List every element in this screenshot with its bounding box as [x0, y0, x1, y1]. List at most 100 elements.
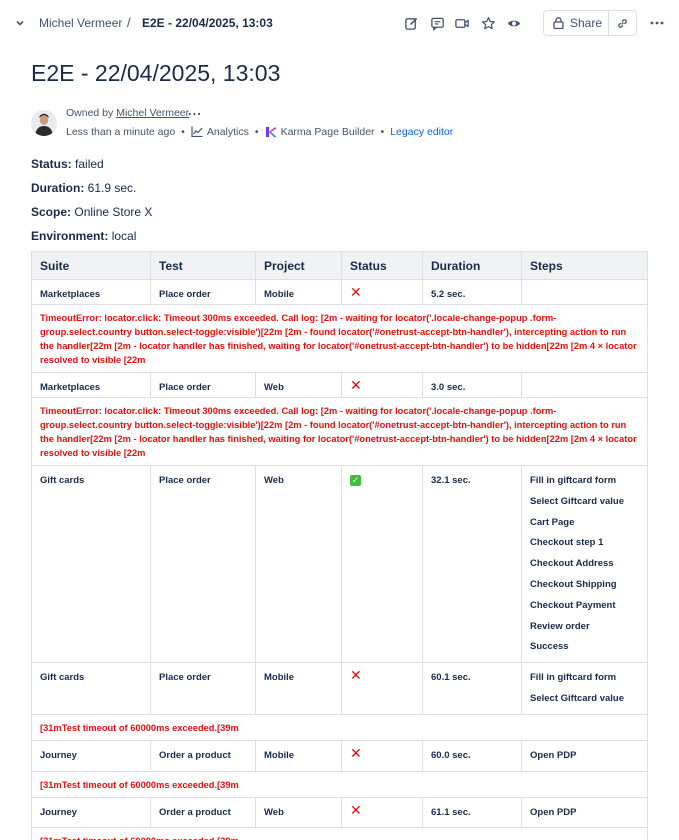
karma-logo-icon	[265, 125, 278, 138]
meta-dot: •	[380, 125, 385, 138]
cell-test: Order a product	[150, 739, 256, 772]
byline-more-button[interactable]: ...	[188, 103, 202, 118]
column-header-suite: Suite	[31, 251, 151, 280]
table-row: Marketplaces Place order Web ✕ 3.0 sec.	[31, 372, 648, 398]
cell-status: ✕	[341, 739, 423, 772]
column-header-project: Project	[255, 251, 342, 280]
step-item: Checkout Shipping	[530, 578, 617, 590]
share-label: Share	[570, 16, 603, 30]
link-icon	[616, 17, 629, 30]
field-environment: Environment: local	[31, 229, 136, 243]
owned-by-prefix: Owned by	[66, 107, 114, 119]
check-mark-icon: ✓	[350, 475, 361, 486]
more-icon[interactable]	[648, 14, 666, 32]
step-item: Fill in giftcard form	[530, 475, 617, 486]
step-item: Select Giftcard value	[530, 495, 624, 507]
breadcrumb-author[interactable]: Michel Vermeer	[39, 16, 122, 30]
cross-mark-icon: ✕	[350, 744, 362, 761]
cell-status: ✕	[341, 279, 423, 305]
cell-steps	[521, 372, 648, 398]
cell-suite: Marketplaces	[31, 372, 151, 398]
karma-label: Karma Page Builder	[280, 125, 375, 138]
column-header-duration: Duration	[422, 251, 522, 280]
lock-icon	[553, 17, 564, 29]
field-label: Duration:	[31, 181, 85, 195]
step-item: Checkout Address	[530, 558, 614, 570]
field-value: 61.9 sec.	[87, 181, 137, 195]
error-row: TimeoutError: locator.click: Timeout 300…	[31, 304, 648, 373]
cell-suite: Gift cards	[31, 464, 151, 664]
field-value: failed	[75, 157, 104, 171]
cell-status: ✕	[341, 796, 423, 829]
cell-project: Mobile	[255, 662, 342, 715]
column-header-test: Test	[150, 251, 256, 280]
error-row: TimeoutError: locator.click: Timeout 300…	[31, 397, 648, 466]
analytics-label: Analytics	[206, 125, 249, 138]
owned-by: Owned by Michel Vermeer	[66, 107, 189, 119]
cell-project: Mobile	[255, 279, 342, 305]
field-duration: Duration: 61.9 sec.	[31, 181, 136, 195]
copy-link-button[interactable]	[609, 10, 637, 36]
comment-icon[interactable]	[428, 14, 446, 32]
breadcrumb-title[interactable]: E2E - 22/04/2025, 13:03	[142, 16, 273, 30]
cell-suite: Journey	[31, 796, 151, 829]
owner-link[interactable]: Michel Vermeer	[116, 107, 189, 119]
cell-test: Place order	[150, 372, 256, 398]
analytics-link[interactable]: Analytics	[191, 125, 249, 138]
cell-status: ✕	[341, 662, 423, 715]
cell-project: Web	[255, 464, 342, 664]
error-message: TimeoutError: locator.click: Timeout 300…	[31, 304, 648, 373]
field-label: Scope:	[31, 205, 72, 219]
step-item: Checkout step 1	[530, 537, 604, 549]
column-header-steps: Steps	[521, 251, 648, 280]
cross-mark-icon: ✕	[350, 667, 362, 684]
error-row: [31mTest timeout of 60000ms exceeded.[39…	[31, 827, 648, 840]
step-item: Open PDP	[530, 806, 577, 818]
results-table: Suite Test Project Status Duration Steps…	[31, 251, 648, 840]
legacy-editor-link[interactable]: Legacy editor	[390, 126, 453, 138]
error-message: [31mTest timeout of 60000ms exceeded.[39…	[31, 770, 648, 798]
last-updated: Less than a minute ago	[66, 125, 176, 138]
share-button[interactable]: Share	[543, 10, 609, 36]
video-icon[interactable]	[453, 14, 471, 32]
cell-suite: Marketplaces	[31, 279, 151, 305]
cell-status: ✕	[341, 372, 423, 398]
analytics-icon	[191, 125, 204, 138]
cell-steps: Open PDP	[521, 739, 648, 772]
step-item: Checkout Payment	[530, 599, 616, 611]
collapse-chevron-icon[interactable]	[12, 15, 28, 31]
watch-icon[interactable]	[505, 14, 523, 32]
error-row: [31mTest timeout of 60000ms exceeded.[39…	[31, 713, 648, 741]
cell-suite: Gift cards	[31, 662, 151, 715]
cell-test: Place order	[150, 662, 256, 715]
meta-dot: •	[181, 125, 185, 138]
step-item: Fill in giftcard form	[530, 672, 617, 684]
cell-steps: Fill in giftcard form Select Giftcard val…	[521, 662, 648, 715]
cell-duration: 60.0 sec.	[422, 739, 522, 772]
error-message: TimeoutError: locator.click: Timeout 300…	[31, 397, 648, 466]
cross-mark-icon: ✕	[350, 377, 362, 393]
field-label: Status:	[31, 157, 72, 171]
cell-steps: Open PDP	[521, 796, 648, 829]
cell-duration: 3.0 sec.	[422, 372, 522, 398]
karma-page-builder-link[interactable]: Karma Page Builder	[265, 125, 375, 138]
cell-project: Mobile	[255, 739, 342, 772]
cell-duration: 61.1 sec.	[422, 796, 522, 829]
table-row: Gift cards Place order Mobile ✕ 60.1 sec. Fil…	[31, 662, 648, 715]
column-header-status: Status	[341, 251, 423, 280]
cell-steps	[521, 279, 648, 305]
field-value: local	[111, 229, 137, 243]
star-icon[interactable]	[479, 14, 497, 32]
step-item: Cart Page	[530, 516, 575, 528]
field-scope: Scope: Online Store X	[31, 205, 152, 219]
breadcrumb-separator: /	[127, 15, 131, 30]
field-value: Online Store X	[74, 205, 153, 219]
avatar[interactable]	[31, 110, 57, 136]
field-label: Environment:	[31, 229, 109, 243]
cross-mark-icon: ✕	[350, 284, 362, 300]
top-bar: Michel Vermeer / E2E - 22/04/2025, 13:03…	[0, 0, 679, 46]
cell-test: Place order	[150, 464, 256, 664]
edit-icon[interactable]	[402, 14, 420, 32]
cell-duration: 32.1 sec.	[422, 464, 522, 664]
cell-duration: 5.2 sec.	[422, 279, 522, 305]
